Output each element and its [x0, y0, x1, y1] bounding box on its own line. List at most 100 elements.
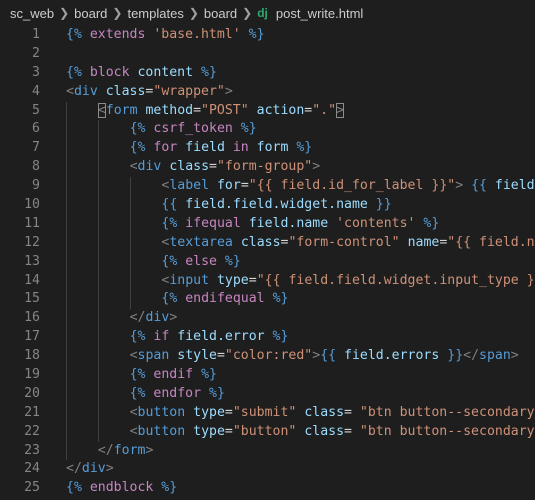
- code-line[interactable]: 22 <button type="button" class= "btn butt…: [0, 422, 535, 442]
- code-token: =: [193, 102, 202, 118]
- indent-guide: [97, 214, 99, 234]
- code-token: <: [129, 348, 138, 364]
- indent-guide: [129, 196, 131, 215]
- code-line[interactable]: 3 {% block content %}: [0, 64, 535, 83]
- line-content: <button type="button" class= "btn button…: [130, 423, 535, 442]
- code-token: =: [216, 348, 225, 364]
- code-line[interactable]: 24 </div>: [0, 460, 535, 479]
- code-line[interactable]: 5 <form method="POST" action=".">: [0, 101, 535, 121]
- code-token: type: [185, 404, 225, 420]
- indent-guide: [66, 233, 67, 253]
- code-token: }}: [439, 348, 464, 364]
- code-line[interactable]: 25 {% endblock %}: [0, 479, 535, 498]
- code-token: else: [185, 253, 217, 269]
- code-token: {%: [161, 253, 186, 269]
- code-token: "form-control": [288, 234, 400, 250]
- indent-guide: [129, 177, 131, 197]
- code-token: method: [137, 102, 194, 118]
- line-number: 5: [32, 102, 40, 118]
- breadcrumb-item-board-subfolder[interactable]: board: [204, 6, 237, 21]
- line-content: <label for="{{ field.id_for_label }}"> {…: [161, 177, 535, 196]
- line-number: 3: [32, 64, 40, 80]
- line-number: 21: [24, 404, 40, 420]
- code-token: {%: [161, 291, 186, 307]
- breadcrumb-item-templates[interactable]: templates: [127, 6, 183, 21]
- code-token: <: [129, 159, 138, 175]
- indent-guide: [66, 328, 67, 348]
- indent-guide: [97, 309, 99, 329]
- indent-guide: [129, 271, 131, 291]
- code-line[interactable]: 8 <div class="form-group">: [0, 158, 535, 178]
- code-line[interactable]: 14 <input type="{{ field.field.widget.inp…: [0, 271, 535, 291]
- code-token: %}: [153, 480, 178, 496]
- code-line[interactable]: 7 {% for field in form %}: [0, 139, 535, 159]
- code-line[interactable]: 4 <div class="wrapper">: [0, 83, 535, 102]
- indent-guide: [129, 233, 131, 253]
- code-token: field.errors: [344, 348, 440, 364]
- breadcrumb-file-name[interactable]: post_write.html: [276, 6, 363, 21]
- code-token: action: [248, 102, 305, 118]
- code-line[interactable]: 23 </form>: [0, 441, 535, 461]
- code-line[interactable]: 15 {% endifequal %}: [0, 290, 535, 310]
- indent-guide: [66, 366, 67, 385]
- indent-guide: [97, 233, 99, 253]
- code-token: {%: [129, 140, 154, 156]
- code-line[interactable]: 16 </div>: [0, 309, 535, 329]
- code-token: field.field.widget.name: [185, 197, 368, 213]
- code-token: "btn button--secondary": [359, 423, 535, 439]
- line-number: 10: [24, 197, 40, 213]
- breadcrumb-item-board[interactable]: board: [74, 6, 107, 21]
- indent-guide: [66, 290, 67, 310]
- code-line[interactable]: 19 {% endif %}: [0, 366, 535, 385]
- code-line[interactable]: 10 {{ field.field.widget.name }}: [0, 196, 535, 215]
- line-number: 6: [32, 121, 40, 137]
- breadcrumb: sc_web ❯ board ❯ templates ❯ board ❯ dj …: [0, 0, 535, 26]
- indent-guide: [97, 366, 99, 385]
- line-content: <button type="submit" class= "btn button…: [130, 404, 535, 423]
- code-token: form: [113, 442, 146, 458]
- indent-guide: [129, 290, 131, 310]
- chevron-right-icon: ❯: [242, 6, 253, 20]
- line-number: 18: [24, 348, 40, 364]
- code-token: type: [185, 423, 225, 439]
- indent-guide: [66, 441, 67, 461]
- indent-guide: [129, 214, 131, 234]
- code-token: %}: [193, 367, 217, 383]
- code-line[interactable]: 12 <textarea class="form-control" name="{…: [0, 233, 535, 253]
- code-token: endblock: [89, 480, 154, 496]
- code-line[interactable]: 6 {% csrf_token %}: [0, 120, 535, 140]
- indent-guide: [66, 271, 67, 291]
- code-token: label: [169, 178, 210, 194]
- line-number: 17: [24, 329, 40, 345]
- code-line[interactable]: 2: [0, 45, 535, 64]
- code-area[interactable]: 1 {% extends 'base.html' %} 2 3 {% block con…: [0, 26, 535, 500]
- code-line[interactable]: 18 <span style="color:red">{{ field.error…: [0, 347, 535, 367]
- code-line[interactable]: 11 {% ifequal field.name 'contents' %}: [0, 214, 535, 234]
- code-token: class: [161, 159, 210, 175]
- indent-guide: [66, 196, 67, 215]
- code-token: {{: [161, 197, 186, 213]
- code-token: </: [129, 310, 146, 326]
- code-line[interactable]: 1 {% extends 'base.html' %}: [0, 26, 535, 45]
- code-token: =: [224, 423, 233, 439]
- code-editor[interactable]: sc_web ❯ board ❯ templates ❯ board ❯ dj …: [0, 0, 535, 500]
- code-token: <: [129, 423, 138, 439]
- code-token: {%: [66, 27, 90, 42]
- breadcrumb-item-sc-web[interactable]: sc_web: [10, 6, 54, 21]
- code-token: 'base.html': [145, 27, 241, 42]
- code-token: {%: [129, 385, 154, 401]
- code-token: "btn button--secondary": [359, 404, 535, 420]
- code-token: >: [169, 310, 178, 326]
- code-line[interactable]: 17 {% if field.error %}: [0, 328, 535, 348]
- line-content: <span style="color:red">{{ field.errors …: [130, 347, 519, 366]
- code-line[interactable]: 9 <label for="{{ field.id_for_label }}"> …: [0, 177, 535, 197]
- code-token: %}: [193, 64, 217, 80]
- line-content: {% endifequal %}: [161, 290, 288, 309]
- code-token: for: [153, 140, 178, 156]
- code-token: "wrapper": [153, 83, 225, 99]
- code-token: input: [169, 272, 210, 288]
- code-line[interactable]: 20 {% endfor %}: [0, 384, 535, 404]
- code-line[interactable]: 13 {% else %}: [0, 252, 535, 272]
- code-token: =: [344, 423, 360, 439]
- code-line[interactable]: 21 <button type="submit" class= "btn butt…: [0, 403, 535, 423]
